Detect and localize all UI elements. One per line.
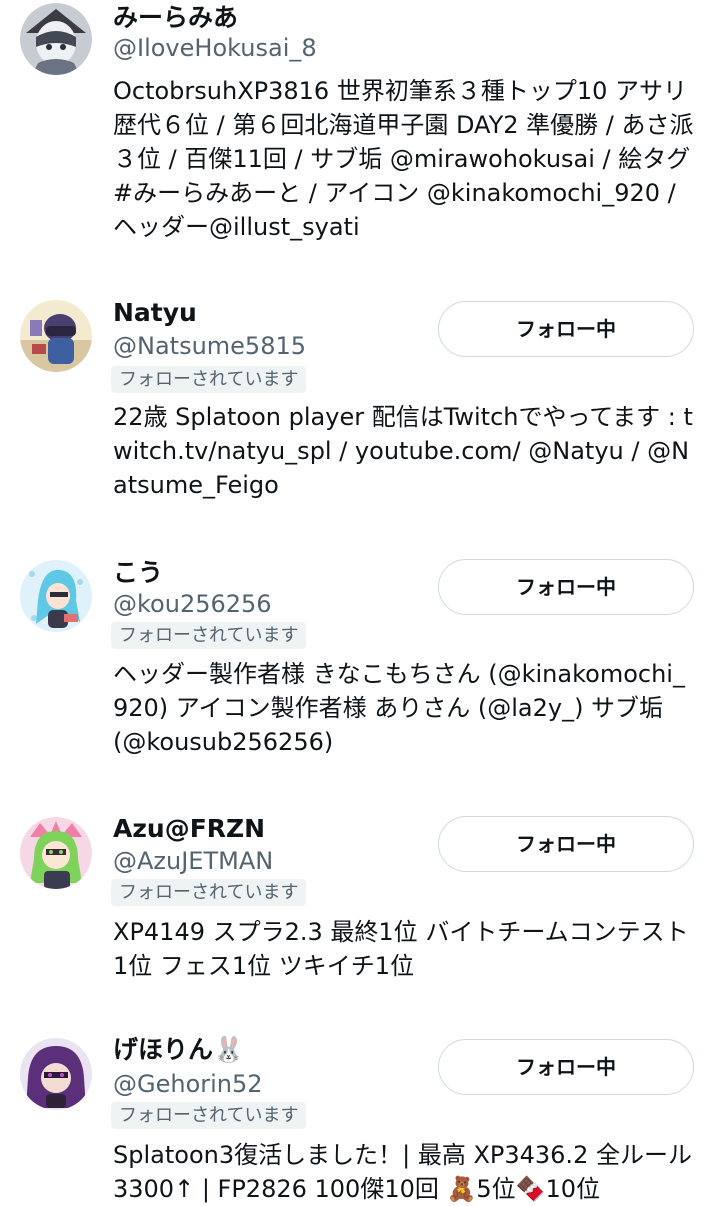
follows-you-badge: フォローされています	[111, 879, 307, 906]
follows-you-badge: フォローされています	[111, 622, 307, 649]
avatar[interactable]	[20, 300, 92, 372]
user-list: みーらみあ @IloveHokusai_8 OctobrsuhXP3816 世界…	[0, 0, 711, 1203]
username[interactable]: @AzuJETMAN	[113, 845, 273, 877]
username[interactable]: @Gehorin52	[113, 1068, 263, 1100]
avatar[interactable]	[20, 817, 92, 889]
avatar[interactable]	[20, 560, 92, 632]
avatar[interactable]	[20, 1038, 92, 1110]
user-cell[interactable]: こう @kou256256 フォローされています フォロー中 ヘッダー製作者様 …	[0, 520, 711, 780]
username[interactable]: @Natsume5815	[113, 330, 306, 362]
display-name[interactable]: Natyu	[113, 297, 197, 329]
display-name[interactable]: げほりん🐰	[113, 1034, 244, 1066]
user-cell[interactable]: みーらみあ @IloveHokusai_8 OctobrsuhXP3816 世界…	[0, 0, 711, 260]
display-name[interactable]: こう	[113, 557, 163, 589]
avatar[interactable]	[20, 3, 92, 75]
following-button[interactable]: フォロー中	[438, 559, 694, 615]
follows-you-badge: フォローされています	[111, 1102, 307, 1129]
following-button[interactable]: フォロー中	[438, 816, 694, 872]
username[interactable]: @IloveHokusai_8	[113, 32, 317, 64]
following-button[interactable]: フォロー中	[438, 301, 694, 357]
display-name[interactable]: Azu@FRZN	[113, 813, 265, 845]
bio: ヘッダー製作者様 きなこもちさん (@kinakomochi_920) アイコン…	[113, 660, 685, 756]
username[interactable]: @kou256256	[113, 588, 272, 620]
follows-you-badge: フォローされています	[111, 366, 307, 393]
user-cell[interactable]: Azu@FRZN @AzuJETMAN フォローされています フォロー中 XP4…	[0, 780, 711, 1020]
bio: 22歳 Splatoon player 配信はTwitchでやってます : tw…	[113, 403, 693, 499]
bio: Splatoon3復活しました！| 最高 XP3436.2 全ルール3300↑ …	[113, 1141, 692, 1203]
following-button[interactable]: フォロー中	[438, 1039, 694, 1095]
bio: XP4149 スプラ2.3 最終1位 バイトチームコンテスト1位 フェス1位 ツ…	[113, 918, 689, 980]
user-cell[interactable]: げほりん🐰 @Gehorin52 フォローされています フォロー中 Splato…	[0, 1020, 711, 1203]
bio: OctobrsuhXP3816 世界初筆系３種トップ10 アサリ歴代６位 / 第…	[113, 77, 694, 241]
display-name[interactable]: みーらみあ	[113, 2, 238, 34]
user-cell[interactable]: Natyu @Natsume5815 フォローされています フォロー中 22歳 …	[0, 260, 711, 520]
